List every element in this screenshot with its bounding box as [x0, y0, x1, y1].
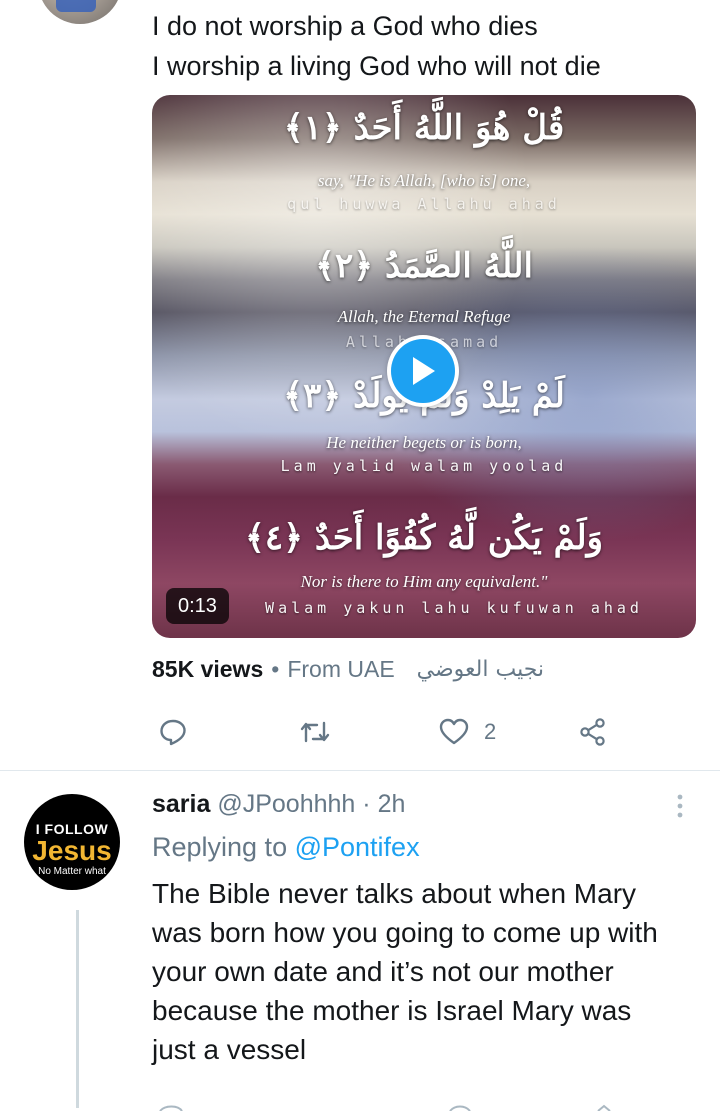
- replying-to-label: Replying to: [152, 832, 288, 862]
- video-duration: 0:13: [166, 588, 229, 624]
- verse-english: Allah, the Eternal Refuge: [337, 307, 511, 326]
- verse-english: say, "He is Allah, [who is] one,: [317, 171, 531, 190]
- play-button[interactable]: [387, 335, 459, 407]
- heart-icon: [439, 718, 469, 745]
- tweet-meta: 85K views • From UAE نجيب العوضي: [152, 656, 544, 683]
- reply-text: The Bible never talks about when Mary wa…: [152, 874, 712, 1069]
- tweet-divider: [0, 770, 720, 771]
- view-count: 85K views: [152, 656, 264, 682]
- reply-button[interactable]: [158, 710, 188, 754]
- reply-line: your own date and it’s not our mother: [152, 956, 614, 987]
- verse-transliteration: Walam yakun lahu kufuwan ahad: [265, 599, 643, 617]
- verse-english: Nor is there to Him any equivalent.": [300, 572, 548, 591]
- more-options-button[interactable]: [670, 792, 690, 822]
- replying-to: Replying to @Pontifex: [152, 832, 420, 863]
- reply-line: was born how you going to come up with: [152, 917, 658, 948]
- retweet-button[interactable]: [298, 710, 332, 754]
- video-author[interactable]: نجيب العوضي: [417, 657, 544, 682]
- author-avatar[interactable]: [38, 0, 122, 24]
- reply-line: just a vessel: [152, 1034, 307, 1065]
- display-name[interactable]: saria: [152, 790, 210, 818]
- verse-transliteration: Lam yalid walam yoolad: [280, 457, 568, 475]
- reply-icon: [160, 719, 186, 746]
- source-label: From UAE: [287, 656, 395, 682]
- verse-transliteration: qul huwwa Allahu ahad: [287, 195, 561, 213]
- thread-line: [76, 910, 79, 1108]
- verse-arabic: وَلَمْ يَكُن لَّهُ كُفُوًا أَحَدٌ ﴿٤﴾: [244, 518, 604, 558]
- avatar: I FOLLOW Jesus No Matter what: [24, 794, 120, 890]
- avatar-text: Jesus: [32, 835, 112, 866]
- share-icon: [580, 718, 605, 746]
- verse-arabic: قُلْ هُوَ اللَّهُ أَحَدٌ ﴿١﴾: [283, 108, 565, 148]
- like-button[interactable]: 2: [438, 710, 496, 754]
- reply-line: because the mother is Israel Mary was: [152, 995, 632, 1026]
- tweet-actions: 2: [152, 710, 632, 754]
- next-actions-partial: [0, 1098, 720, 1112]
- share-button[interactable]: [578, 710, 608, 754]
- tweet-text: I do not worship a God who dies I worshi…: [152, 6, 712, 86]
- meta-separator: •: [271, 656, 280, 682]
- tweet-time[interactable]: 2h: [378, 790, 406, 818]
- retweet-icon: [300, 721, 330, 743]
- verse-english: He neither begets or is born,: [326, 433, 522, 452]
- mention-link[interactable]: @Pontifex: [295, 832, 420, 862]
- tweet-line: I do not worship a God who dies: [152, 11, 538, 41]
- play-icon: [391, 339, 455, 403]
- header-separator: ·: [362, 790, 371, 818]
- verse-arabic: اللَّهُ الصَّمَدُ ﴿٢﴾: [315, 246, 533, 286]
- avatar-text: No Matter what: [38, 866, 106, 877]
- reply-line: The Bible never talks about when Mary: [152, 878, 637, 909]
- user-handle[interactable]: @JPoohhhh: [217, 790, 355, 818]
- tweet-line: I worship a living God who will not die: [152, 51, 601, 81]
- like-count: 2: [484, 719, 497, 744]
- more-vertical-icon: [677, 794, 683, 818]
- video-player[interactable]: قُلْ هُوَ اللَّهُ أَحَدٌ ﴿١﴾ say, "He is…: [152, 95, 696, 638]
- reply-author-avatar[interactable]: I FOLLOW Jesus No Matter what: [22, 774, 120, 904]
- reply-header: saria @JPoohhhh · 2h: [152, 790, 405, 819]
